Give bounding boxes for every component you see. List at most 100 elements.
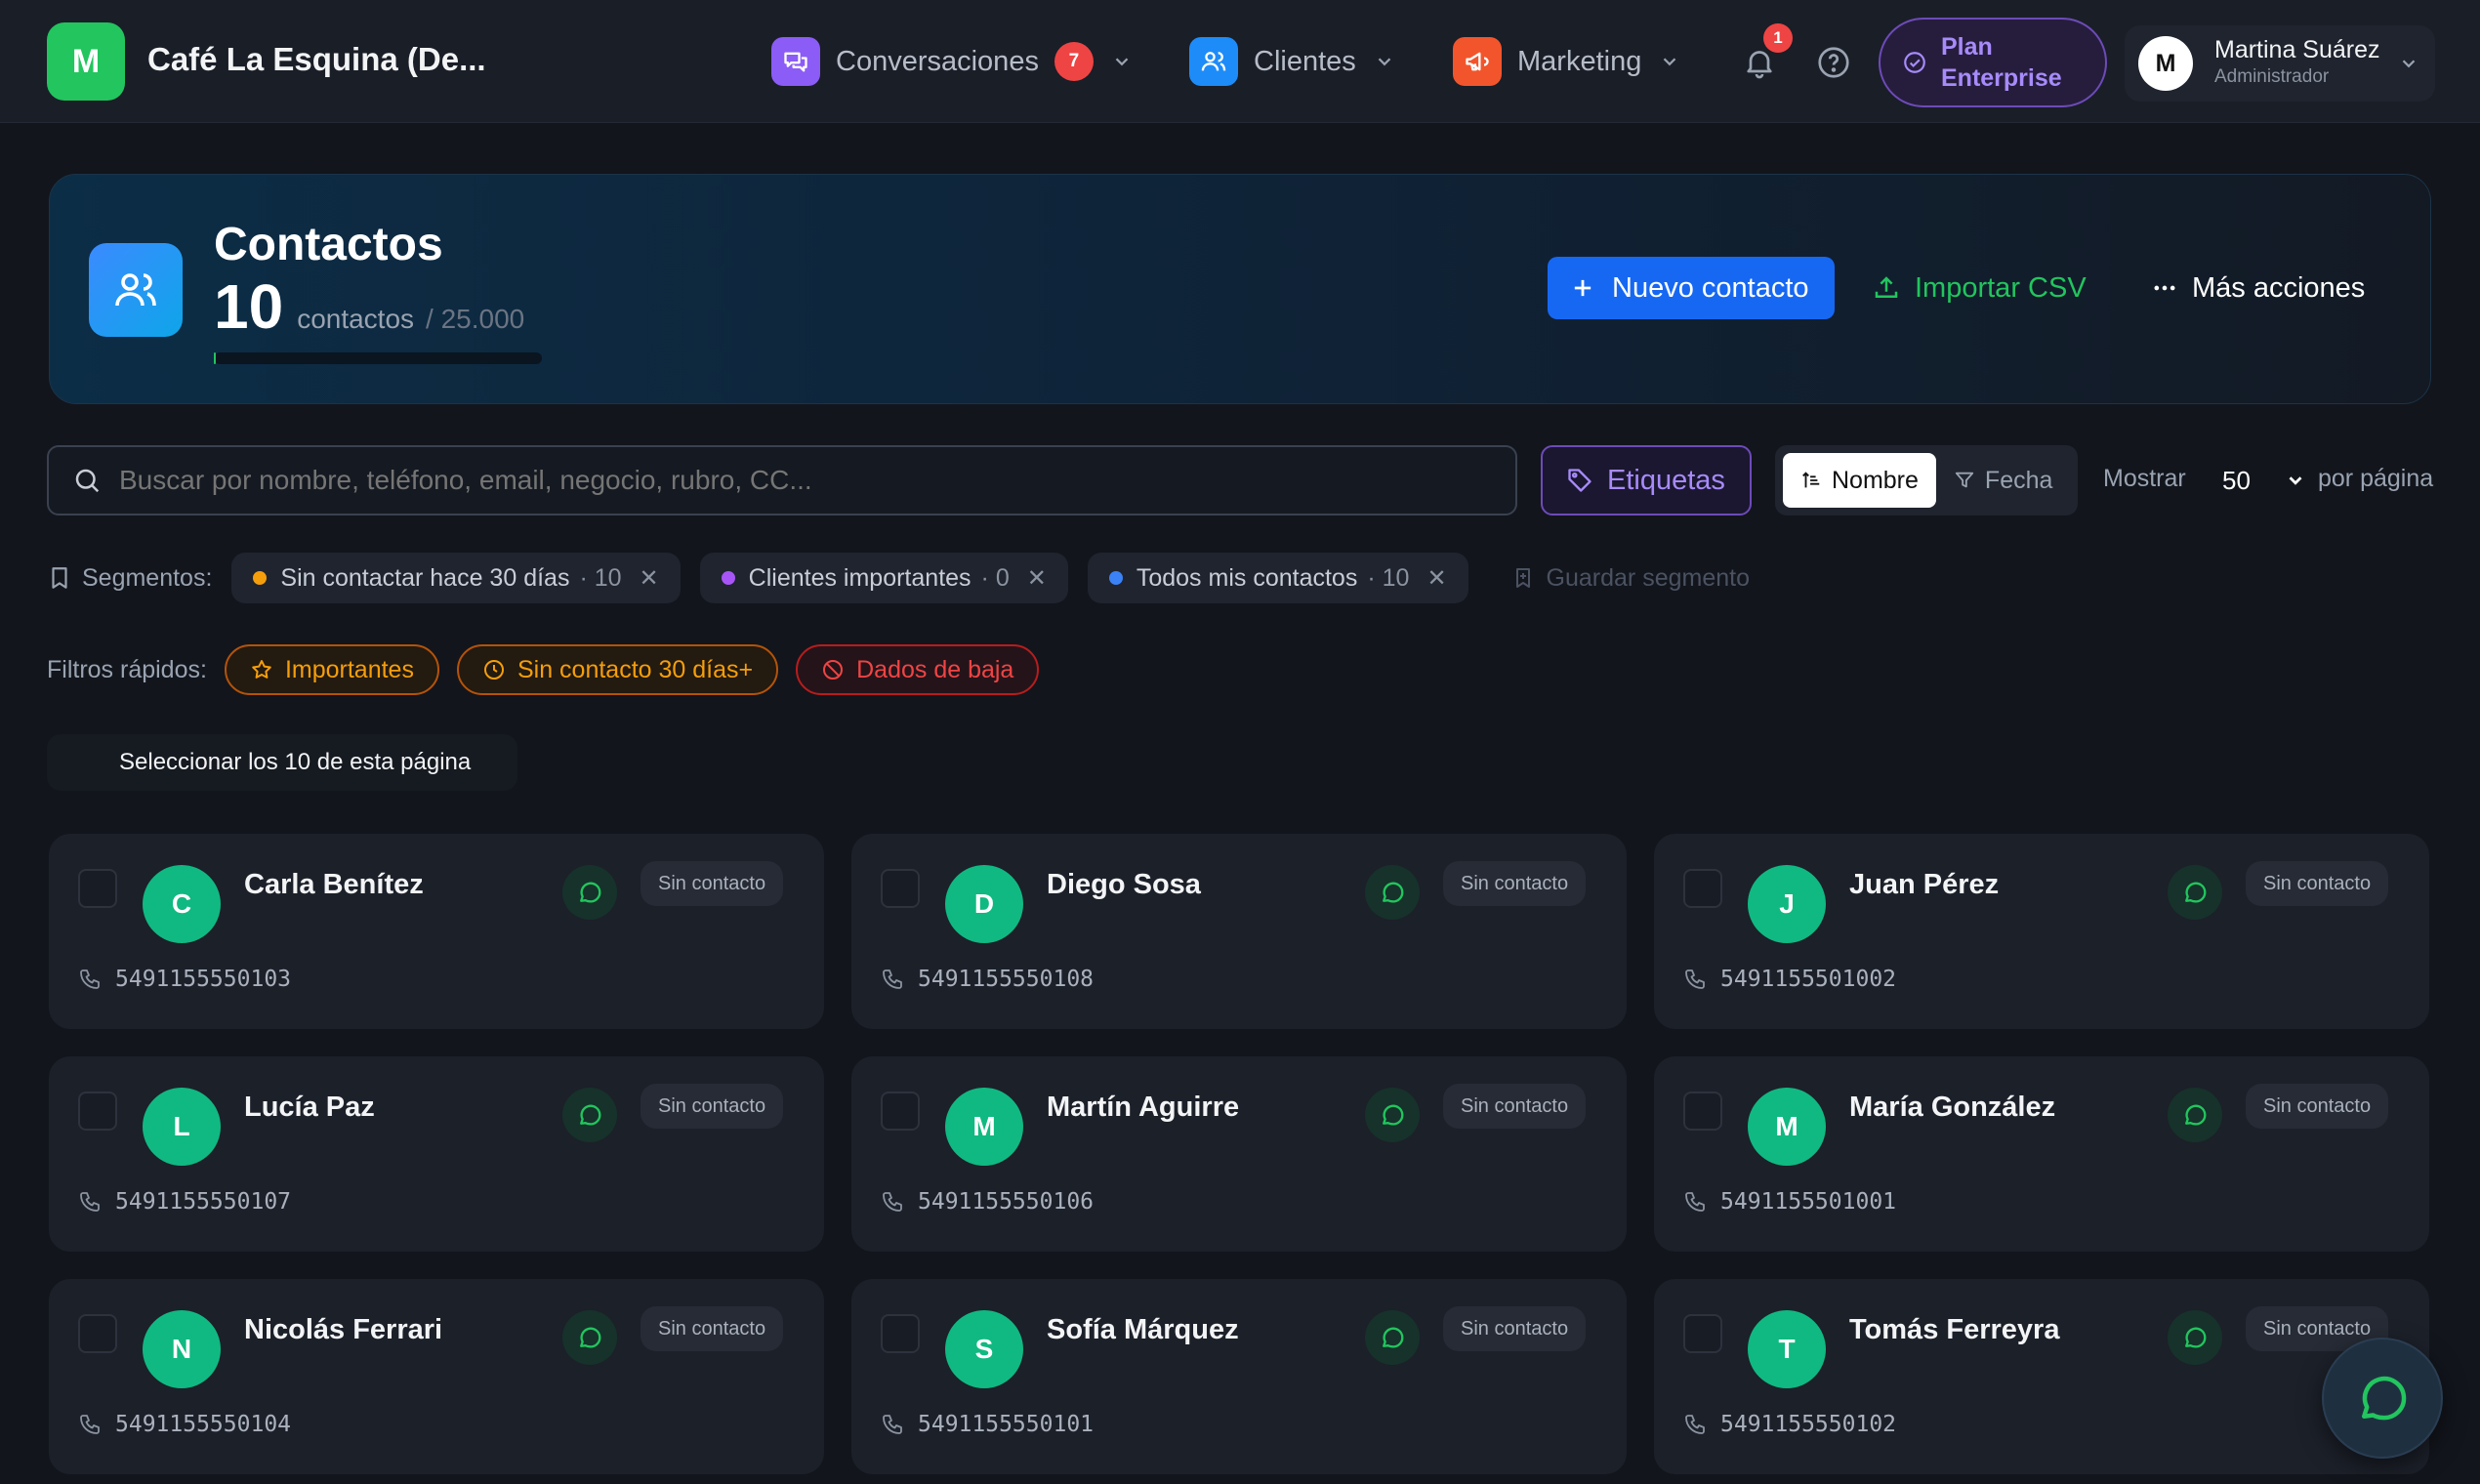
page-size-select[interactable]: 50 — [2218, 451, 2306, 510]
whatsapp-icon — [580, 882, 601, 903]
conversations-badge: 7 — [1054, 42, 1094, 81]
contact-card[interactable]: T Tomás Ferreyra Sin contacto 5491155550… — [1654, 1279, 2429, 1474]
top-bar: M Café La Esquina (De... Conversaciones … — [0, 0, 2480, 123]
phone-icon — [883, 1192, 902, 1212]
whatsapp-button[interactable] — [2168, 865, 2222, 920]
whatsapp-icon — [2185, 1327, 2207, 1348]
close-icon[interactable]: ✕ — [1027, 564, 1047, 593]
contact-checkbox[interactable] — [881, 1314, 920, 1353]
close-icon[interactable]: ✕ — [640, 564, 659, 593]
contact-card[interactable]: D Diego Sosa Sin contacto 5491155550108 — [851, 834, 1627, 1029]
segment-count: · 10 — [1367, 563, 1410, 592]
segment-count: · 10 — [579, 563, 622, 592]
plus-icon — [1574, 279, 1591, 297]
brand-name[interactable]: Café La Esquina (De... — [147, 41, 486, 78]
contact-phone-row: 5491155550108 — [881, 967, 1094, 992]
contact-name[interactable]: Sofía Márquez — [1047, 1314, 1239, 1346]
contact-checkbox[interactable] — [78, 1092, 117, 1131]
select-all-label: Seleccionar los 10 de esta página — [119, 749, 472, 775]
check-circle-icon — [1904, 52, 1925, 73]
contact-checkbox[interactable] — [78, 1314, 117, 1353]
user-menu[interactable]: M Martina Suárez Administrador — [2125, 25, 2435, 102]
contact-card[interactable]: S Sofía Márquez Sin contacto 54911555501… — [851, 1279, 1627, 1474]
import-csv-label: Importar CSV — [1915, 271, 2087, 304]
contact-card[interactable]: M María González Sin contacto 5491155501… — [1654, 1056, 2429, 1252]
contact-name[interactable]: Diego Sosa — [1047, 869, 1201, 901]
whatsapp-button[interactable] — [1365, 1310, 1420, 1365]
contact-checkbox[interactable] — [1683, 1314, 1722, 1353]
whatsapp-button[interactable] — [562, 1088, 617, 1142]
whatsapp-button[interactable] — [1365, 1088, 1420, 1142]
contact-name[interactable]: Lucía Paz — [244, 1092, 375, 1124]
contact-card[interactable]: L Lucía Paz Sin contacto 5491155550107 — [49, 1056, 824, 1252]
segment-label: Sin contactar hace 30 días — [280, 563, 570, 592]
page-title: Contactos — [214, 219, 443, 270]
contact-name[interactable]: Nicolás Ferrari — [244, 1314, 442, 1346]
tags-button[interactable]: Etiquetas — [1541, 445, 1752, 515]
contact-card[interactable]: J Juan Pérez Sin contacto 5491155501002 — [1654, 834, 2429, 1029]
phone-icon — [80, 1415, 100, 1434]
new-contact-button[interactable]: Nuevo contacto — [1548, 257, 1835, 319]
contact-phone: 5491155550108 — [918, 967, 1095, 992]
nav-conversations[interactable]: Conversaciones 7 — [771, 37, 1133, 86]
contact-phone: 5491155550103 — [115, 967, 292, 992]
select-all-button[interactable]: Seleccionar los 10 de esta página — [47, 734, 517, 791]
phone-icon — [883, 969, 902, 989]
contact-name[interactable]: Juan Pérez — [1849, 869, 1999, 901]
more-actions-button[interactable]: Más acciones — [2151, 257, 2365, 319]
segment-chip[interactable]: Sin contactar hace 30 días · 10 ✕ — [231, 553, 681, 603]
contact-name[interactable]: María González — [1849, 1092, 2055, 1124]
segment-label: Clientes importantes — [748, 563, 971, 592]
contact-name[interactable]: Carla Benítez — [244, 869, 424, 901]
contact-phone-row: 5491155550106 — [881, 1189, 1094, 1215]
plan-button[interactable]: Plan Enterprise — [1879, 18, 2107, 107]
segment-chip[interactable]: Clientes importantes · 0 ✕ — [699, 553, 1068, 603]
contact-card[interactable]: C Carla Benítez Sin contacto 54911555501… — [49, 834, 824, 1029]
quick-filter-unsubscribed[interactable]: Dados de baja — [796, 644, 1040, 695]
close-icon[interactable]: ✕ — [1426, 564, 1446, 593]
user-role: Administrador — [2214, 66, 2330, 87]
contact-checkbox[interactable] — [881, 1092, 920, 1131]
show-label: Mostrar — [2103, 465, 2186, 492]
help-button[interactable] — [1812, 41, 1855, 84]
contact-name[interactable]: Martín Aguirre — [1047, 1092, 1239, 1124]
contact-phone: 5491155550101 — [918, 1412, 1095, 1437]
contact-checkbox[interactable] — [881, 869, 920, 908]
contact-card[interactable]: N Nicolás Ferrari Sin contacto 549115555… — [49, 1279, 824, 1474]
quick-filter-no-contact-30[interactable]: Sin contacto 30 días+ — [456, 644, 779, 695]
whatsapp-icon — [2185, 882, 2207, 903]
contact-checkbox[interactable] — [78, 869, 117, 908]
import-csv-button[interactable]: Importar CSV — [1872, 257, 2087, 319]
nav-marketing[interactable]: Marketing — [1453, 37, 1680, 86]
contact-checkbox[interactable] — [1683, 869, 1722, 908]
chat-icon — [771, 37, 820, 86]
sort-by-date-button[interactable]: Fecha — [1936, 453, 2070, 508]
whatsapp-icon — [1383, 1104, 1404, 1126]
chat-fab-button[interactable] — [2322, 1338, 2443, 1459]
nav-clients[interactable]: Clientes — [1189, 37, 1395, 86]
search-box[interactable] — [47, 445, 1517, 515]
whatsapp-button[interactable] — [562, 865, 617, 920]
contact-phone-row: 5491155550107 — [78, 1189, 291, 1215]
contact-name[interactable]: Tomás Ferreyra — [1849, 1314, 2059, 1346]
segment-chip[interactable]: Todos mis contactos · 10 ✕ — [1087, 553, 1468, 603]
contact-checkbox[interactable] — [1683, 1092, 1722, 1131]
quick-filter-important[interactable]: Importantes — [224, 644, 439, 695]
search-input[interactable] — [119, 465, 1515, 496]
brand-logo[interactable]: M — [47, 22, 125, 101]
nav-conversations-label: Conversaciones — [836, 45, 1039, 77]
star-icon — [252, 660, 271, 679]
search-icon — [75, 469, 100, 493]
phone-icon — [80, 969, 100, 989]
sort-by-name-button[interactable]: Nombre — [1783, 453, 1936, 508]
whatsapp-button[interactable] — [2168, 1088, 2222, 1142]
save-segment-button[interactable]: Guardar segmento — [1511, 564, 1750, 593]
quick-filter-label: Importantes — [284, 655, 414, 683]
more-actions-label: Más acciones — [2192, 271, 2366, 304]
contact-card[interactable]: M Martín Aguirre Sin contacto 5491155550… — [851, 1056, 1627, 1252]
quick-filter-label: Sin contacto 30 días+ — [517, 655, 754, 683]
whatsapp-button[interactable] — [562, 1310, 617, 1365]
whatsapp-button[interactable] — [2168, 1310, 2222, 1365]
whatsapp-button[interactable] — [1365, 865, 1420, 920]
status-badge: Sin contacto — [641, 861, 784, 906]
